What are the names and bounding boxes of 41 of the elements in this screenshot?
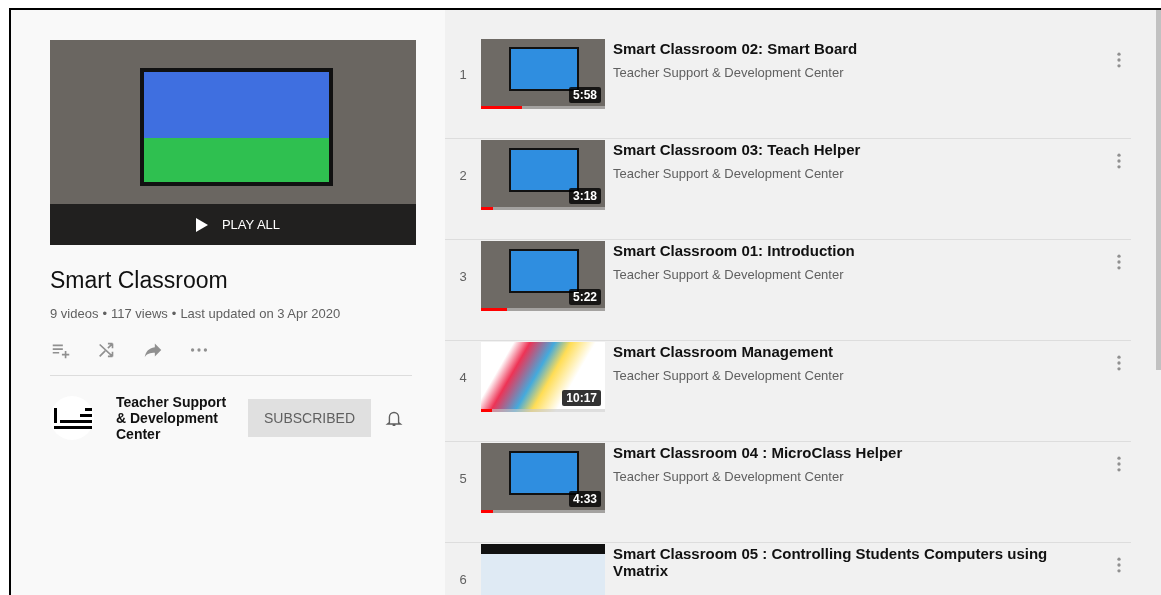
- video-channel[interactable]: Teacher Support & Development Center: [613, 469, 1109, 484]
- video-thumbnail[interactable]: 10:17: [481, 342, 605, 412]
- video-title[interactable]: Smart Classroom 03: Teach Helper: [613, 141, 1063, 158]
- video-title[interactable]: Smart Classroom 02: Smart Board: [613, 40, 1063, 57]
- duration-badge: 4:33: [568, 491, 601, 507]
- video-thumbnail[interactable]: 5:22: [481, 241, 605, 311]
- channel-avatar[interactable]: [50, 396, 94, 440]
- video-title[interactable]: Smart Classroom 04 : MicroClass Helper: [613, 444, 1063, 461]
- video-title[interactable]: Smart Classroom 01: Introduction: [613, 242, 1063, 259]
- video-channel[interactable]: Teacher Support & Development Center: [613, 166, 1109, 181]
- duration-badge: 5:58: [568, 87, 601, 103]
- playlist-thumbnail[interactable]: PLAY ALL: [50, 40, 416, 245]
- play-all-button[interactable]: PLAY ALL: [50, 204, 416, 245]
- video-index: 6: [458, 572, 468, 587]
- playlist-stat: 9 videos: [50, 306, 99, 321]
- video-thumbnail[interactable]: [481, 544, 605, 595]
- scrollbar-thumb[interactable]: [1156, 10, 1161, 370]
- video-channel[interactable]: Teacher Support & Development Center: [613, 65, 1109, 80]
- channel-name[interactable]: Teacher Support & Development Center: [116, 394, 234, 442]
- playlist-title: Smart Classroom: [50, 267, 229, 294]
- video-index: 5: [458, 471, 468, 486]
- video-title[interactable]: Smart Classroom 05 : Controlling Students Computers using Vmatrix: [613, 545, 1063, 579]
- duration-badge: 5:22: [568, 289, 601, 305]
- video-thumbnail[interactable]: 3:18: [481, 140, 605, 210]
- separator-dot: •: [171, 306, 177, 321]
- separator-dot: •: [102, 306, 107, 321]
- video-thumbnail[interactable]: 5:58: [481, 39, 605, 109]
- play-icon: [195, 217, 208, 232]
- video-index: 1: [458, 67, 468, 82]
- video-index: 4: [458, 370, 468, 385]
- video-index: 2: [458, 168, 468, 183]
- playlist-stat: 117 views: [111, 306, 168, 321]
- duration-badge: 10:17: [562, 390, 601, 406]
- video-channel[interactable]: Teacher Support & Development Center: [613, 368, 1109, 383]
- subscribe-button[interactable]: SUBSCRIBED: [248, 399, 372, 437]
- video-channel[interactable]: Teacher Support & Development Center: [613, 267, 1109, 282]
- video-thumbnail[interactable]: 4:33: [481, 443, 605, 513]
- video-title[interactable]: Smart Classroom Management: [613, 343, 1063, 360]
- video-index: 3: [458, 269, 468, 284]
- duration-badge: 3:18: [568, 188, 601, 204]
- playlist-stat: Last updated on 3 Apr 2020: [180, 306, 341, 321]
